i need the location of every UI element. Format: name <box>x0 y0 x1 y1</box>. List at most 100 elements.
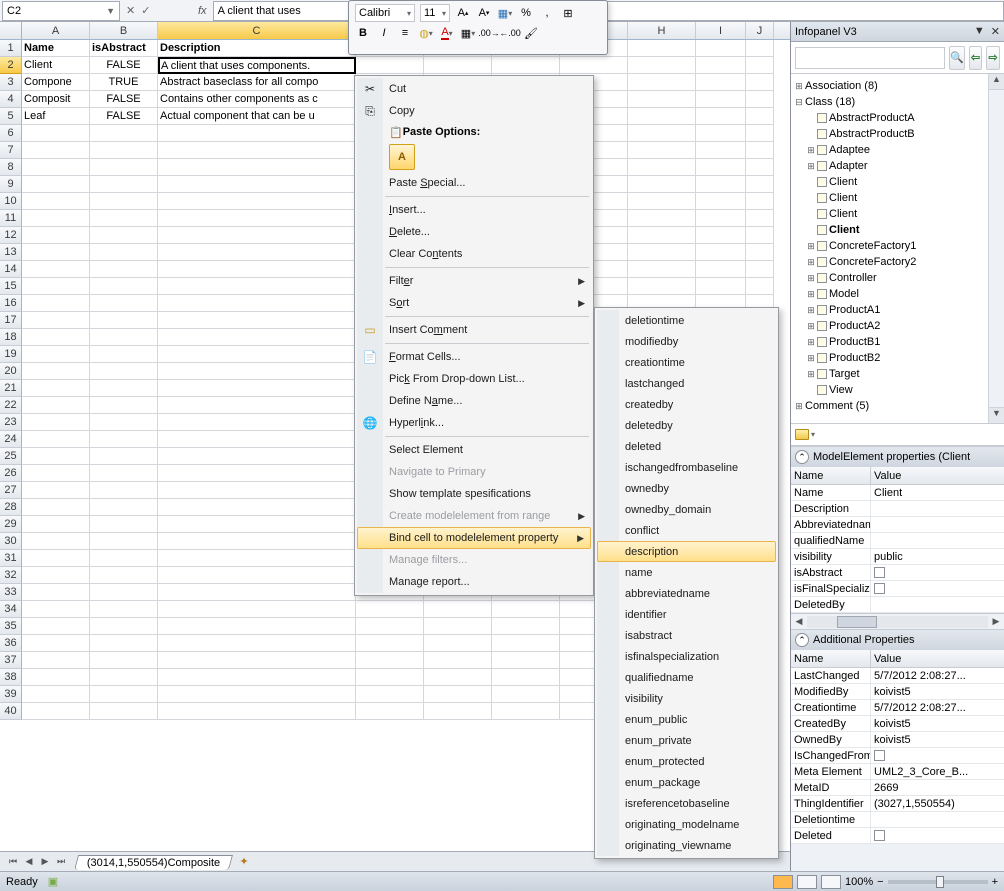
cell[interactable] <box>22 414 90 431</box>
cell[interactable] <box>746 193 774 210</box>
checkbox[interactable] <box>874 567 885 578</box>
expand-icon[interactable]: ⊞ <box>805 241 817 252</box>
cell[interactable] <box>90 635 158 652</box>
cell[interactable] <box>158 448 356 465</box>
cell[interactable]: FALSE <box>90 108 158 125</box>
row-header[interactable]: 10 <box>0 193 22 210</box>
col-header-C[interactable]: C <box>158 22 356 39</box>
cell[interactable] <box>696 108 746 125</box>
cell[interactable] <box>90 567 158 584</box>
ctx-define-name[interactable]: Define Name... <box>357 390 591 412</box>
cell[interactable] <box>22 380 90 397</box>
row-header[interactable]: 1 <box>0 40 22 57</box>
cell[interactable] <box>492 669 560 686</box>
cell[interactable] <box>158 584 356 601</box>
cell[interactable] <box>22 431 90 448</box>
expand-icon[interactable]: ⊞ <box>805 273 817 284</box>
cell[interactable] <box>90 380 158 397</box>
ctx-delete[interactable]: Delete... <box>357 221 591 243</box>
cell[interactable] <box>696 176 746 193</box>
cell[interactable]: Description <box>158 40 356 57</box>
cell[interactable] <box>356 686 424 703</box>
submenu-item-deletiontime[interactable]: deletiontime <box>597 310 776 331</box>
property-row[interactable]: Deleted <box>791 828 1004 844</box>
ctx-sort[interactable]: Sort▶ <box>357 292 591 314</box>
row-header[interactable]: 16 <box>0 295 22 312</box>
increase-font-icon[interactable]: A▴ <box>455 5 471 21</box>
cell[interactable]: A client that uses components. <box>158 57 356 74</box>
property-row[interactable]: OwnedBykoivist5 <box>791 732 1004 748</box>
row-header[interactable]: 36 <box>0 635 22 652</box>
view-page-layout-button[interactable] <box>797 875 817 889</box>
expand-icon[interactable]: ⊞ <box>805 369 817 380</box>
property-row[interactable]: NameClient <box>791 485 1004 501</box>
cell[interactable] <box>158 703 356 720</box>
cell[interactable] <box>158 312 356 329</box>
cell[interactable] <box>746 74 774 91</box>
cell[interactable] <box>746 91 774 108</box>
ctx-paste-special[interactable]: Paste Special... <box>357 172 591 194</box>
row-header[interactable]: 2 <box>0 57 22 74</box>
cell[interactable] <box>22 312 90 329</box>
submenu-item-deletedby[interactable]: deletedby <box>597 415 776 436</box>
cell[interactable] <box>158 227 356 244</box>
cell[interactable] <box>22 567 90 584</box>
cell[interactable] <box>746 210 774 227</box>
property-row[interactable]: ThingIdentifier(3027,1,550554) <box>791 796 1004 812</box>
cell[interactable]: Compone <box>22 74 90 91</box>
cell[interactable] <box>158 652 356 669</box>
property-row[interactable]: LastChanged5/7/2012 2:08:27... <box>791 668 1004 684</box>
cell[interactable] <box>90 295 158 312</box>
increase-decimal-icon[interactable]: .00→ <box>481 25 497 41</box>
row-header[interactable]: 29 <box>0 516 22 533</box>
cell[interactable] <box>22 499 90 516</box>
cell[interactable] <box>746 244 774 261</box>
sheet-nav-next-icon[interactable]: ▶ <box>38 856 52 867</box>
zoom-level[interactable]: 100% <box>845 876 873 888</box>
cell[interactable] <box>628 176 696 193</box>
cell[interactable] <box>90 125 158 142</box>
expand-icon[interactable]: ⊞ <box>805 321 817 332</box>
tree-node[interactable]: ⊞ProductB2 <box>793 350 986 366</box>
cell[interactable] <box>746 261 774 278</box>
cell[interactable]: Composit <box>22 91 90 108</box>
collapse-icon[interactable]: ⊟ <box>793 97 805 108</box>
row-header[interactable]: 8 <box>0 159 22 176</box>
modelelement-properties-header[interactable]: ⌃ ModelElement properties (Client <box>791 447 1004 467</box>
cell[interactable] <box>158 397 356 414</box>
col-header-A[interactable]: A <box>22 22 90 39</box>
row-header[interactable]: 23 <box>0 414 22 431</box>
nav-forward-button[interactable]: ⇨ <box>986 46 1000 70</box>
cell-styles-icon[interactable]: ▦▾ <box>497 5 513 21</box>
cell[interactable] <box>492 601 560 618</box>
col-header-J[interactable]: J <box>746 22 774 39</box>
cell[interactable] <box>90 516 158 533</box>
cell[interactable] <box>22 584 90 601</box>
cell[interactable] <box>90 176 158 193</box>
cell[interactable] <box>22 142 90 159</box>
row-header[interactable]: 37 <box>0 652 22 669</box>
cell[interactable] <box>424 57 492 74</box>
cell[interactable] <box>356 57 424 74</box>
cell[interactable] <box>22 227 90 244</box>
cancel-icon[interactable]: ✕ <box>126 4 135 17</box>
format-painter-icon[interactable]: 🖌 <box>523 25 539 41</box>
property-row[interactable]: isAbstract <box>791 565 1004 581</box>
zoom-in-icon[interactable]: + <box>992 876 998 888</box>
submenu-item-enum_public[interactable]: enum_public <box>597 709 776 730</box>
cell[interactable] <box>158 550 356 567</box>
property-row[interactable]: isFinalSpecializ <box>791 581 1004 597</box>
collapse-icon[interactable]: ⌃ <box>795 633 809 647</box>
ctx-manage-report[interactable]: Manage report... <box>357 571 591 593</box>
cell[interactable] <box>158 618 356 635</box>
cell[interactable] <box>158 567 356 584</box>
cell[interactable] <box>90 550 158 567</box>
row-header[interactable]: 9 <box>0 176 22 193</box>
tree-node[interactable]: AbstractProductB <box>793 126 986 142</box>
additional-properties-header[interactable]: ⌃ Additional Properties <box>791 630 1004 650</box>
cell[interactable] <box>628 193 696 210</box>
tree-node[interactable]: ⊞ConcreteFactory1 <box>793 238 986 254</box>
cell[interactable] <box>90 533 158 550</box>
submenu-item-deleted[interactable]: deleted <box>597 436 776 457</box>
cell[interactable] <box>22 465 90 482</box>
